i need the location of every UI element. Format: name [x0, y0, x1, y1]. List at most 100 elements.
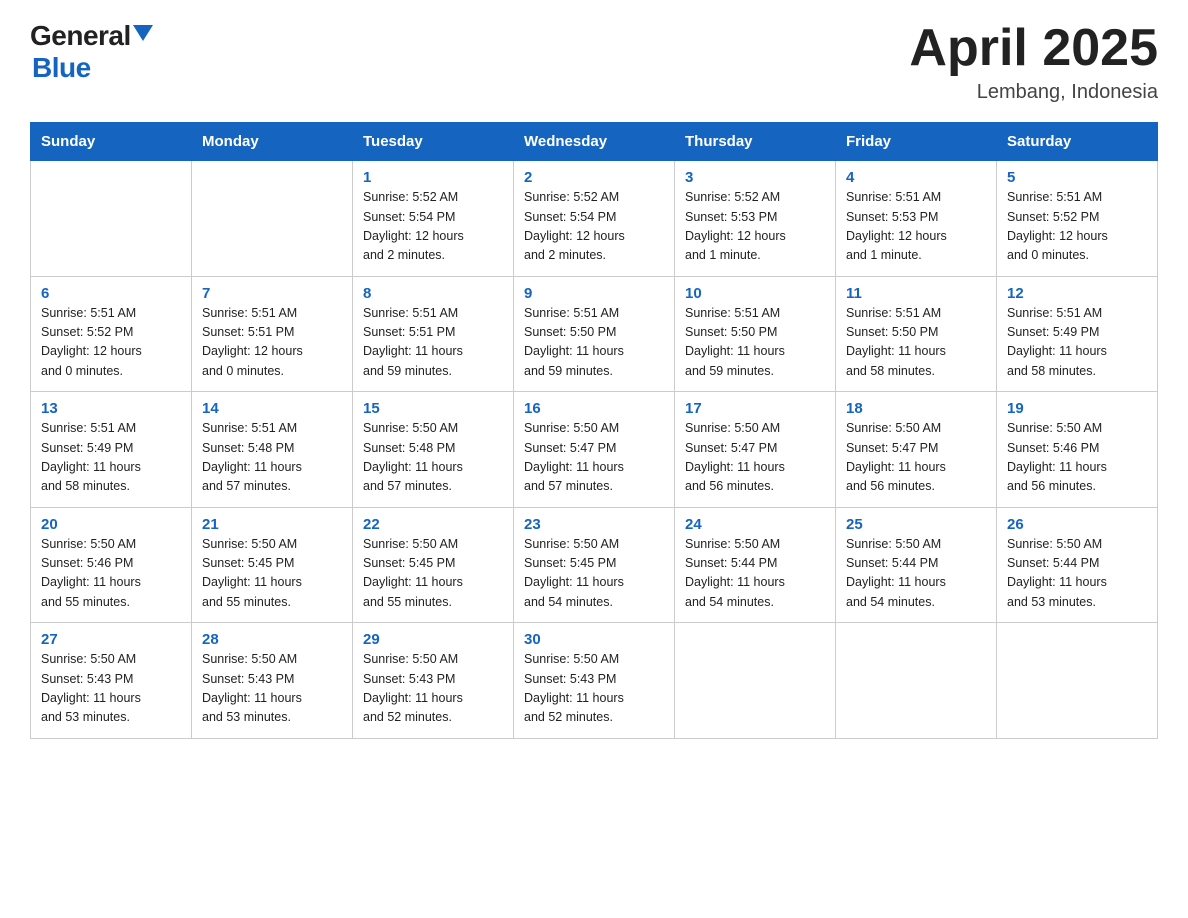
calendar-cell: 4 Sunrise: 5:51 AM Sunset: 5:53 PM Daylig… — [836, 161, 997, 277]
day-info: Sunrise: 5:50 AM Sunset: 5:44 PM Dayligh… — [685, 535, 825, 613]
weekday-header-monday: Monday — [192, 123, 353, 161]
calendar-cell — [836, 623, 997, 739]
calendar-cell: 24 Sunrise: 5:50 AM Sunset: 5:44 PM Dayli… — [675, 507, 836, 623]
header: General Blue April 2025 Lembang, Indones… — [30, 20, 1158, 104]
day-number: 18 — [846, 400, 986, 417]
weekday-header-tuesday: Tuesday — [353, 123, 514, 161]
calendar-cell: 3Sunrise: 5:52 AM Sunset: 5:53 PM Daylig… — [675, 161, 836, 277]
day-number: 26 — [1007, 516, 1147, 533]
day-info: Sunrise: 5:50 AM Sunset: 5:45 PM Dayligh… — [363, 535, 503, 613]
calendar-cell: 23Sunrise: 5:50 AM Sunset: 5:45 PM Dayli… — [514, 507, 675, 623]
day-number: 23 — [524, 516, 664, 533]
calendar-cell: 12Sunrise: 5:51 AM Sunset: 5:49 PM Dayli… — [997, 276, 1158, 392]
calendar-cell — [997, 623, 1158, 739]
calendar-cell: 18 Sunrise: 5:50 AM Sunset: 5:47 PM Dayli… — [836, 392, 997, 508]
week-row-2: 6Sunrise: 5:51 AM Sunset: 5:52 PM Daylig… — [31, 276, 1158, 392]
month-title: April 2025 — [909, 20, 1158, 77]
calendar-cell: 19 Sunrise: 5:50 AM Sunset: 5:46 PM Dayli… — [997, 392, 1158, 508]
logo: General Blue — [30, 20, 153, 84]
week-row-5: 27 Sunrise: 5:50 AM Sunset: 5:43 PM Dayli… — [31, 623, 1158, 739]
calendar-cell: 2 Sunrise: 5:52 AM Sunset: 5:54 PM Daylig… — [514, 161, 675, 277]
calendar-cell: 28 Sunrise: 5:50 AM Sunset: 5:43 PM Dayli… — [192, 623, 353, 739]
weekday-header-row: SundayMondayTuesdayWednesdayThursdayFrid… — [31, 123, 1158, 161]
calendar-cell: 26 Sunrise: 5:50 AM Sunset: 5:44 PM Dayli… — [997, 507, 1158, 623]
day-number: 30 — [524, 631, 664, 648]
day-info: Sunrise: 5:52 AM Sunset: 5:54 PM Dayligh… — [363, 188, 503, 266]
day-info: Sunrise: 5:51 AM Sunset: 5:53 PM Dayligh… — [846, 188, 986, 266]
day-number: 17 — [685, 400, 825, 417]
day-info: Sunrise: 5:50 AM Sunset: 5:47 PM Dayligh… — [524, 419, 664, 497]
day-info: Sunrise: 5:52 AM Sunset: 5:53 PM Dayligh… — [685, 188, 825, 266]
day-info: Sunrise: 5:50 AM Sunset: 5:46 PM Dayligh… — [1007, 419, 1147, 497]
day-info: Sunrise: 5:50 AM Sunset: 5:43 PM Dayligh… — [363, 650, 503, 728]
calendar-cell — [675, 623, 836, 739]
calendar-table: SundayMondayTuesdayWednesdayThursdayFrid… — [30, 122, 1158, 739]
day-number: 8 — [363, 285, 503, 302]
calendar-cell: 25Sunrise: 5:50 AM Sunset: 5:44 PM Dayli… — [836, 507, 997, 623]
weekday-header-saturday: Saturday — [997, 123, 1158, 161]
logo-triangle-icon — [133, 25, 153, 41]
calendar-cell — [192, 161, 353, 277]
day-info: Sunrise: 5:52 AM Sunset: 5:54 PM Dayligh… — [524, 188, 664, 266]
calendar-cell: 1 Sunrise: 5:52 AM Sunset: 5:54 PM Daylig… — [353, 161, 514, 277]
day-number: 15 — [363, 400, 503, 417]
day-number: 27 — [41, 631, 181, 648]
day-number: 21 — [202, 516, 342, 533]
day-info: Sunrise: 5:50 AM Sunset: 5:46 PM Dayligh… — [41, 535, 181, 613]
day-number: 10 — [685, 285, 825, 302]
day-number: 1 — [363, 169, 503, 186]
day-number: 13 — [41, 400, 181, 417]
calendar-cell: 20 Sunrise: 5:50 AM Sunset: 5:46 PM Dayli… — [31, 507, 192, 623]
day-info: Sunrise: 5:51 AM Sunset: 5:52 PM Dayligh… — [41, 304, 181, 382]
calendar-cell: 30Sunrise: 5:50 AM Sunset: 5:43 PM Dayli… — [514, 623, 675, 739]
calendar-cell: 5 Sunrise: 5:51 AM Sunset: 5:52 PM Daylig… — [997, 161, 1158, 277]
day-number: 25 — [846, 516, 986, 533]
day-number: 16 — [524, 400, 664, 417]
day-info: Sunrise: 5:51 AM Sunset: 5:52 PM Dayligh… — [1007, 188, 1147, 266]
weekday-header-friday: Friday — [836, 123, 997, 161]
day-info: Sunrise: 5:50 AM Sunset: 5:45 PM Dayligh… — [202, 535, 342, 613]
day-number: 4 — [846, 169, 986, 186]
calendar-cell: 11Sunrise: 5:51 AM Sunset: 5:50 PM Dayli… — [836, 276, 997, 392]
day-info: Sunrise: 5:50 AM Sunset: 5:43 PM Dayligh… — [41, 650, 181, 728]
calendar-cell: 27 Sunrise: 5:50 AM Sunset: 5:43 PM Dayli… — [31, 623, 192, 739]
day-info: Sunrise: 5:50 AM Sunset: 5:44 PM Dayligh… — [1007, 535, 1147, 613]
day-info: Sunrise: 5:51 AM Sunset: 5:49 PM Dayligh… — [41, 419, 181, 497]
week-row-3: 13 Sunrise: 5:51 AM Sunset: 5:49 PM Dayli… — [31, 392, 1158, 508]
calendar-cell: 17Sunrise: 5:50 AM Sunset: 5:47 PM Dayli… — [675, 392, 836, 508]
calendar-cell: 8 Sunrise: 5:51 AM Sunset: 5:51 PM Daylig… — [353, 276, 514, 392]
day-number: 28 — [202, 631, 342, 648]
day-number: 29 — [363, 631, 503, 648]
day-number: 5 — [1007, 169, 1147, 186]
week-row-1: 1 Sunrise: 5:52 AM Sunset: 5:54 PM Daylig… — [31, 161, 1158, 277]
day-info: Sunrise: 5:51 AM Sunset: 5:48 PM Dayligh… — [202, 419, 342, 497]
day-number: 14 — [202, 400, 342, 417]
day-info: Sunrise: 5:50 AM Sunset: 5:47 PM Dayligh… — [846, 419, 986, 497]
day-info: Sunrise: 5:51 AM Sunset: 5:50 PM Dayligh… — [846, 304, 986, 382]
day-info: Sunrise: 5:51 AM Sunset: 5:50 PM Dayligh… — [524, 304, 664, 382]
day-info: Sunrise: 5:50 AM Sunset: 5:48 PM Dayligh… — [363, 419, 503, 497]
day-number: 24 — [685, 516, 825, 533]
logo-general-text: General — [30, 20, 131, 52]
day-info: Sunrise: 5:50 AM Sunset: 5:43 PM Dayligh… — [202, 650, 342, 728]
calendar-cell: 7 Sunrise: 5:51 AM Sunset: 5:51 PM Daylig… — [192, 276, 353, 392]
day-number: 9 — [524, 285, 664, 302]
calendar-cell — [31, 161, 192, 277]
day-number: 12 — [1007, 285, 1147, 302]
day-number: 7 — [202, 285, 342, 302]
week-row-4: 20 Sunrise: 5:50 AM Sunset: 5:46 PM Dayli… — [31, 507, 1158, 623]
title-area: April 2025 Lembang, Indonesia — [909, 20, 1158, 104]
calendar-cell: 6Sunrise: 5:51 AM Sunset: 5:52 PM Daylig… — [31, 276, 192, 392]
day-number: 2 — [524, 169, 664, 186]
calendar-cell: 9 Sunrise: 5:51 AM Sunset: 5:50 PM Daylig… — [514, 276, 675, 392]
day-info: Sunrise: 5:51 AM Sunset: 5:51 PM Dayligh… — [202, 304, 342, 382]
calendar-cell: 29 Sunrise: 5:50 AM Sunset: 5:43 PM Dayli… — [353, 623, 514, 739]
day-info: Sunrise: 5:51 AM Sunset: 5:51 PM Dayligh… — [363, 304, 503, 382]
day-number: 19 — [1007, 400, 1147, 417]
weekday-header-sunday: Sunday — [31, 123, 192, 161]
weekday-header-wednesday: Wednesday — [514, 123, 675, 161]
day-number: 20 — [41, 516, 181, 533]
logo-blue-text: Blue — [32, 52, 91, 83]
calendar-cell: 16 Sunrise: 5:50 AM Sunset: 5:47 PM Dayli… — [514, 392, 675, 508]
calendar-cell: 21 Sunrise: 5:50 AM Sunset: 5:45 PM Dayli… — [192, 507, 353, 623]
